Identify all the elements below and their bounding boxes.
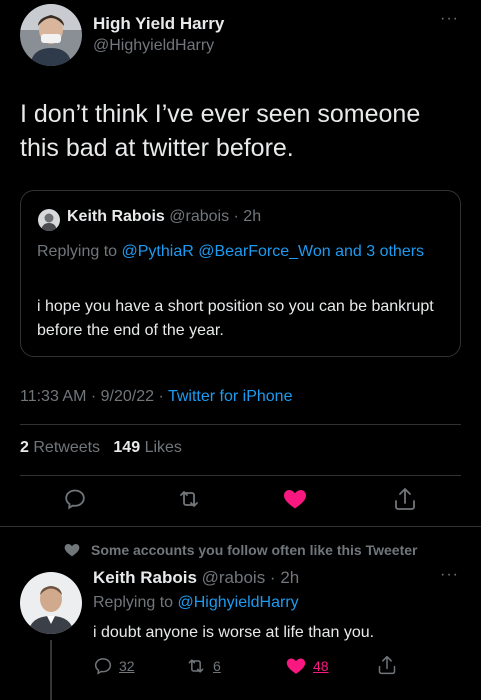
reply-icon [94,658,112,675]
dot-separator: · [154,388,168,405]
avatar-photo-icon [20,4,82,66]
engagement-stats: 2 Retweets 149 Likes [20,439,182,457]
retweet-icon [180,491,198,507]
author-avatar[interactable] [20,4,82,66]
quoted-author-handle: @rabois [169,208,230,225]
quoted-tweet-text: i hope you have a short position so you … [37,298,434,339]
reply-share-button[interactable] [377,654,397,676]
likes-stat[interactable]: 149 Likes [113,439,182,456]
share-icon [395,488,415,510]
reply-age[interactable]: 2h [280,568,299,587]
reply-retweet-button[interactable]: 6 [185,656,221,676]
quoted-tweet-card[interactable]: Keith Rabois @rabois · 2h Replying to @P… [20,190,461,357]
divider [20,475,461,476]
reply-text: i doubt anyone is worse at life than you… [93,624,375,641]
reply-reply-button[interactable]: 32 [93,656,135,676]
divider [20,424,461,425]
quoted-tweet-header: Keith Rabois @rabois · 2h [67,208,261,226]
quoted-tweet-age: 2h [243,208,262,225]
share-icon [378,655,396,675]
retweets-count: 2 [20,439,29,456]
more-icon[interactable]: ··· [440,566,459,584]
heart-icon [284,490,306,509]
reply-replying-to: Replying to @HighyieldHarry [93,594,299,612]
reply-button[interactable] [63,487,87,511]
heart-icon [64,544,80,557]
author-handle[interactable]: @HighyieldHarry [93,37,214,55]
quoted-replying-to: Replying to @PythiaR @BearForce_Won and … [37,240,447,264]
reply-header: Keith Rabois @rabois · 2h [93,568,299,588]
replying-prefix: Replying to [37,243,118,260]
replying-to-mention[interactable]: @HighyieldHarry [178,594,299,611]
replying-prefix: Replying to [93,594,174,611]
dot-separator: · [229,208,244,225]
section-divider [0,526,481,527]
social-context-text: Some accounts you follow often like this… [91,542,418,558]
thread-line [50,640,52,700]
dot-separator: · [265,568,281,587]
reply-count: 32 [119,658,135,674]
author-name[interactable]: High Yield Harry [93,14,224,34]
likes-count: 149 [113,439,141,456]
retweets-label: Retweets [33,439,101,456]
like-button[interactable] [282,487,308,511]
tweet-text: I don’t think I’ve ever seen someone thi… [20,100,421,162]
more-icon[interactable]: ··· [440,10,459,28]
reply-like-button[interactable]: 48 [285,656,329,676]
retweet-button[interactable] [176,487,202,511]
reply-author-name[interactable]: Keith Rabois [93,568,197,587]
tweet-meta: 11:33 AM · 9/20/22 · Twitter for iPhone [20,388,292,406]
avatar-photo-icon [38,209,60,231]
heart-icon [286,658,306,674]
avatar-photo-icon [20,572,82,634]
social-context: Some accounts you follow often like this… [63,542,417,558]
likes-label: Likes [144,439,182,456]
reply-author-handle[interactable]: @rabois [202,568,266,587]
reply-author-avatar[interactable] [20,572,82,634]
tweet-time[interactable]: 11:33 AM [20,388,86,405]
dot-separator: · [86,388,101,405]
tweet-source[interactable]: Twitter for iPhone [168,388,293,405]
reply-icon [65,489,85,510]
tweet-date[interactable]: 9/20/22 [101,388,154,405]
retweet-count: 6 [213,658,221,674]
quoted-author-avatar [38,209,60,231]
retweet-icon [188,659,204,673]
like-count: 48 [313,658,329,674]
quoted-author-name: Keith Rabois [67,208,165,225]
retweets-stat[interactable]: 2 Retweets [20,439,100,456]
replying-to-mentions[interactable]: @PythiaR @BearForce_Won and 3 others [122,243,425,260]
share-button[interactable] [393,486,417,512]
